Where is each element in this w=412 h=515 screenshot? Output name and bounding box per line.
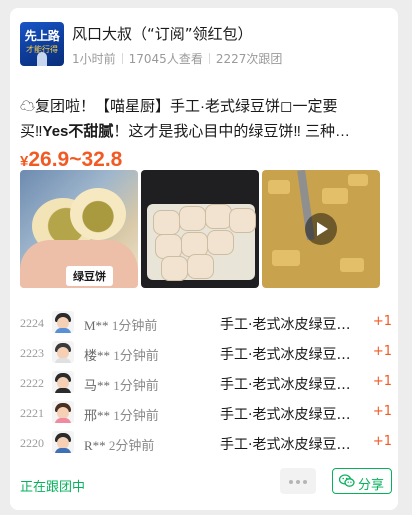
buyer-name: 马** [84,378,111,393]
follow-count: 2227次跟团 [215,52,283,66]
buyer-name: R** [84,438,106,453]
crumb [340,258,364,272]
cake-piece [207,230,234,255]
avatar [52,371,74,393]
cake-piece [229,208,256,233]
order-product: 手工·老式冰皮绿豆… [220,317,351,333]
buyer-info: R** 2分钟前 [84,435,154,454]
card-header: 先上路 才能行得 风口大叔（“订阅”领红包） 1小时前 17045人查看 2227次… [20,22,390,74]
order-row[interactable]: 2223 楼** 1分钟前 手工·老式冰皮绿豆… +1 [20,338,392,368]
meta-divider [121,53,123,64]
price-range: ¥26.9~32.8 [20,148,122,172]
order-row[interactable]: 2224 M** 1分钟前 手工·老式冰皮绿豆… +1 [20,308,392,338]
order-product: 手工·老式冰皮绿豆… [220,407,351,423]
title-suffix: ！这才是我心目中的绿豆饼‼ 三种… [113,123,351,140]
time-ago: 1小时前 [72,52,116,66]
account-logo[interactable]: 先上路 才能行得 [20,22,64,66]
post-meta: 1小时前 17045人查看 2227次跟团 [72,50,282,67]
buyer-info: 楼** 1分钟前 [84,345,159,364]
share-label: 分享 [358,478,385,493]
mung-bean-cake [70,188,126,240]
more-dots-icon [303,480,307,484]
order-time: 1分钟前 [113,348,159,363]
more-dots-icon [289,480,293,484]
play-icon[interactable] [305,213,337,245]
order-number: 2224 [20,316,44,330]
group-buy-card[interactable]: 先上路 才能行得 风口大叔（“订阅”领红包） 1小时前 17045人查看 2227次… [10,8,398,510]
order-time: 1分钟前 [111,318,158,333]
logo-title: 先上路 [24,29,60,43]
post-title-line-2: 买‼Yes不甜腻！这才是我心目中的绿豆饼‼ 三种… [20,119,380,144]
cake-piece [187,254,214,279]
product-image-2[interactable] [141,170,259,288]
buyer-name: 邢** [84,408,111,423]
order-quantity: +1 [372,404,392,419]
cake-piece [205,204,232,229]
more-button[interactable] [280,468,316,494]
post-title-line-1: ☁复团啦！【喵星厨】手工·老式绿豆饼◻一定要 [20,98,338,115]
order-number: 2222 [20,376,44,390]
crumb [272,250,300,266]
cake-piece [153,210,180,235]
wechat-icon [339,474,355,487]
product-image-3[interactable] [262,170,380,288]
order-row[interactable]: 2221 邢** 1分钟前 手工·老式冰皮绿豆… +1 [20,398,392,428]
order-quantity: +1 [372,374,392,389]
cake-piece [179,206,206,231]
order-number: 2220 [20,436,44,450]
title-highlight: Yes不甜腻 [42,123,114,140]
avatar [52,431,74,453]
logo-figure [37,52,47,66]
order-quantity: +1 [372,314,392,329]
crumb [268,180,290,194]
image-tag: 绿豆饼 [66,266,113,286]
price-value: 26.9~32.8 [28,148,123,171]
buyer-info: 邢** 1分钟前 [84,405,159,424]
avatar [52,311,74,333]
product-images: 绿豆饼 [20,170,380,288]
order-row[interactable]: 2222 马** 1分钟前 手工·老式冰皮绿豆… +1 [20,368,392,398]
order-time: 1分钟前 [113,408,159,423]
cake-piece [161,256,188,281]
buyer-name: 楼** [84,348,111,363]
card-footer: 正在跟团中 分享 [20,468,392,498]
product-image-1[interactable]: 绿豆饼 [20,170,138,288]
buyer-info: M** 1分钟前 [84,315,157,334]
order-quantity: +1 [372,434,392,449]
meta-divider [208,53,210,64]
order-product: 手工·老式冰皮绿豆… [220,437,351,453]
order-number: 2221 [20,406,44,420]
title-prefix: 买‼ [20,123,43,140]
order-quantity: +1 [372,344,392,359]
more-dots-icon [296,480,300,484]
avatar [52,401,74,423]
order-time: 1分钟前 [113,378,159,393]
order-product: 手工·老式冰皮绿豆… [220,347,351,363]
order-number: 2223 [20,346,44,360]
order-row[interactable]: 2220 R** 2分钟前 手工·老式冰皮绿豆… +1 [20,428,392,458]
follow-status: 正在跟团中 [20,480,86,495]
share-button[interactable]: 分享 [332,468,392,494]
buyer-name: M** [84,318,109,333]
post-title[interactable]: ☁复团啦！【喵星厨】手工·老式绿豆饼◻一定要 买‼Yes不甜腻！这才是我心目中的… [20,94,380,144]
order-time: 2分钟前 [108,438,155,453]
buyer-info: 马** 1分钟前 [84,375,159,394]
account-name[interactable]: 风口大叔（“订阅”领红包） [72,23,253,44]
order-product: 手工·老式冰皮绿豆… [220,377,351,393]
crumb [348,174,368,186]
avatar [52,341,74,363]
crumb [322,188,348,204]
view-count: 17045人查看 [128,52,203,66]
